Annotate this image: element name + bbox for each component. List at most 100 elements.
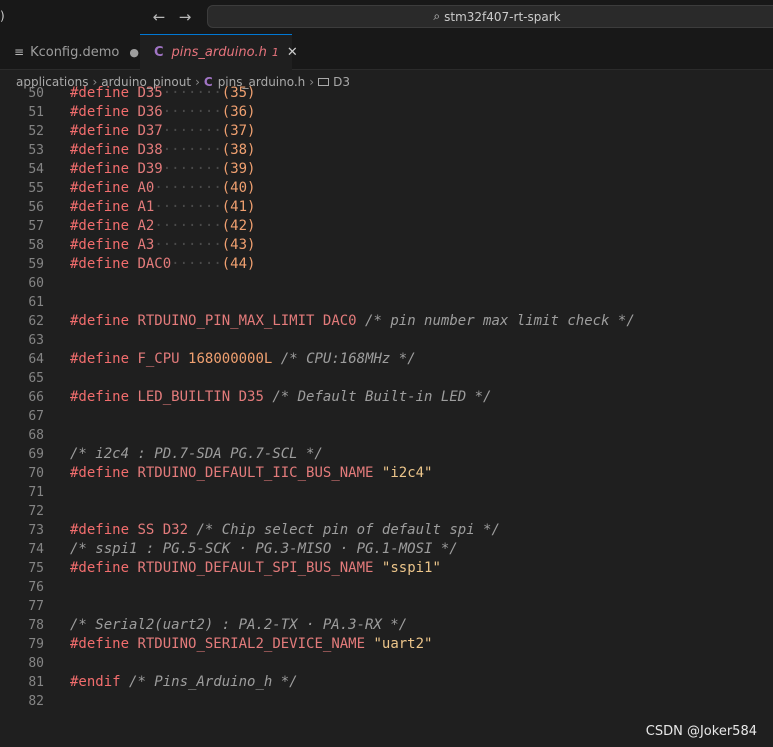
arrow-left-icon[interactable]: ← <box>148 6 170 28</box>
code-line[interactable]: 79 #define RTDUINO_SERIAL2_DEVICE_NAME "u… <box>0 635 773 654</box>
code-text: #define A1········(41) <box>70 198 255 217</box>
line-number: 52 <box>28 124 44 139</box>
line-number: 61 <box>28 295 44 310</box>
code-line[interactable]: 78 /* Serial2(uart2) : PA.2-TX · PA.3-RX … <box>0 616 773 635</box>
code-line[interactable]: 66 #define LED_BUILTIN D35 /* Default Bui… <box>0 388 773 407</box>
code-line[interactable]: 59 #define DAC0······(44) <box>0 255 773 274</box>
code-token: RTDUINO_SERIAL2_DEVICE_NAME <box>137 636 366 652</box>
code-token: A2 <box>137 218 155 234</box>
code-line[interactable]: 72 <box>0 502 773 521</box>
code-token: ········ <box>154 237 222 253</box>
line-number: 69 <box>28 447 44 462</box>
close-icon[interactable]: ✕ <box>287 45 298 60</box>
code-text: #define A0········(40) <box>70 179 255 198</box>
code-token: /* Serial2(uart2) : PA.2-TX · PA.3-RX */ <box>70 617 408 633</box>
code-token: (39) <box>221 161 256 177</box>
code-token: (43) <box>221 237 256 253</box>
command-center-label: stm32f407-rt-spark <box>444 9 561 24</box>
command-center-search[interactable]: ⌕ stm32f407-rt-spark <box>207 5 773 28</box>
code-text: #define D39·······(39) <box>70 160 255 179</box>
editor-tab-bar: ≡ Kconfig.demo ● C pins_arduino.h 1 ✕ <box>0 34 773 70</box>
c-language-icon: C <box>154 45 164 60</box>
line-number: 51 <box>28 105 44 120</box>
code-line[interactable]: 56 #define A1········(41) <box>0 198 773 217</box>
tab-pins-arduino-h[interactable]: C pins_arduino.h 1 ✕ <box>140 34 298 70</box>
code-token: /* Default Built-in LED */ <box>272 389 492 405</box>
code-line[interactable]: 58 #define A3········(43) <box>0 236 773 255</box>
arrow-right-icon[interactable]: → <box>174 6 196 28</box>
line-number: 70 <box>28 466 44 481</box>
code-line[interactable]: 76 <box>0 578 773 597</box>
code-token: /* CPU:168MHz */ <box>280 351 416 367</box>
line-number: 75 <box>28 561 44 576</box>
code-token: #define <box>70 85 130 101</box>
code-token: /* sspi1 : PG.5-SCK · PG.3-MISO · PG.1-M… <box>70 541 458 557</box>
line-number: 63 <box>28 333 44 348</box>
code-line[interactable]: 77 <box>0 597 773 616</box>
line-number: 65 <box>28 371 44 386</box>
line-number: 78 <box>28 618 44 633</box>
line-number: 66 <box>28 390 44 405</box>
code-line[interactable]: 50 #define D35·······(35) <box>0 84 773 103</box>
unsaved-dot-icon: ● <box>129 45 139 59</box>
code-token: #define <box>70 161 130 177</box>
code-line[interactable]: 62 #define RTDUINO_PIN_MAX_LIMIT DAC0 /* … <box>0 312 773 331</box>
code-token: #define <box>70 560 130 576</box>
code-token: /* i2c4 : PD.7-SDA PG.7-SCL */ <box>70 446 323 462</box>
code-line[interactable]: 73 #define SS D32 /* Chip select pin of d… <box>0 521 773 540</box>
code-line[interactable]: 74 /* sspi1 : PG.5-SCK · PG.3-MISO · PG.1… <box>0 540 773 559</box>
code-line[interactable]: 60 <box>0 274 773 293</box>
code-line[interactable]: 57 #define A2········(42) <box>0 217 773 236</box>
code-text: #define D37·······(37) <box>70 122 255 141</box>
line-number: 67 <box>28 409 44 424</box>
code-token: #endif <box>70 674 121 690</box>
code-token: ······· <box>162 161 222 177</box>
code-line[interactable]: 53 #define D38·······(38) <box>0 141 773 160</box>
code-line[interactable]: 52 #define D37·······(37) <box>0 122 773 141</box>
code-line[interactable]: 69 /* i2c4 : PD.7-SDA PG.7-SCL */ <box>0 445 773 464</box>
code-line[interactable]: 63 <box>0 331 773 350</box>
code-text: #define A2········(42) <box>70 217 255 236</box>
code-line[interactable]: 70 #define RTDUINO_DEFAULT_IIC_BUS_NAME "… <box>0 464 773 483</box>
code-token: #define <box>70 465 130 481</box>
code-line[interactable]: 64 #define F_CPU 168000000L /* CPU:168MHz… <box>0 350 773 369</box>
code-token: ········ <box>154 199 222 215</box>
code-token: RTDUINO_PIN_MAX_LIMIT DAC0 <box>137 313 357 329</box>
watermark: CSDN @Joker584 <box>645 724 757 739</box>
code-token: LED_BUILTIN D35 <box>137 389 264 405</box>
code-line[interactable]: 67 <box>0 407 773 426</box>
code-line[interactable]: 82 <box>0 692 773 711</box>
tab-kconfig-demo[interactable]: ≡ Kconfig.demo ● <box>0 34 140 70</box>
line-number: 77 <box>28 599 44 614</box>
code-token: "sspi1" <box>381 560 441 576</box>
code-text: #define D35·······(35) <box>70 84 255 103</box>
code-line[interactable]: 65 <box>0 369 773 388</box>
line-number: 73 <box>28 523 44 538</box>
code-text: #define LED_BUILTIN D35 /* Default Built… <box>70 388 491 407</box>
code-line[interactable]: 81 #endif /* Pins_Arduino_h */ <box>0 673 773 692</box>
code-line[interactable]: 61 <box>0 293 773 312</box>
code-line[interactable]: 51 #define D36·······(36) <box>0 103 773 122</box>
code-token: ······· <box>162 85 222 101</box>
line-number: 59 <box>28 257 44 272</box>
code-line[interactable]: 80 <box>0 654 773 673</box>
code-text: #define F_CPU 168000000L /* CPU:168MHz *… <box>70 350 416 369</box>
code-token: (42) <box>221 218 256 234</box>
code-line[interactable]: 68 <box>0 426 773 445</box>
code-token: ······· <box>162 142 222 158</box>
code-token: #define <box>70 313 130 329</box>
code-line[interactable]: 54 #define D39·······(39) <box>0 160 773 179</box>
line-number: 74 <box>28 542 44 557</box>
code-token: ······· <box>162 123 222 139</box>
code-line[interactable]: 55 #define A0········(40) <box>0 179 773 198</box>
code-token: ········ <box>154 218 222 234</box>
code-token: /* Pins_Arduino_h */ <box>129 674 298 690</box>
code-editor[interactable]: 50 #define D35·······(35) 51 #define D36···… <box>0 84 773 747</box>
code-line[interactable]: 71 <box>0 483 773 502</box>
code-line[interactable]: 75 #define RTDUINO_DEFAULT_SPI_BUS_NAME "… <box>0 559 773 578</box>
line-number: 79 <box>28 637 44 652</box>
